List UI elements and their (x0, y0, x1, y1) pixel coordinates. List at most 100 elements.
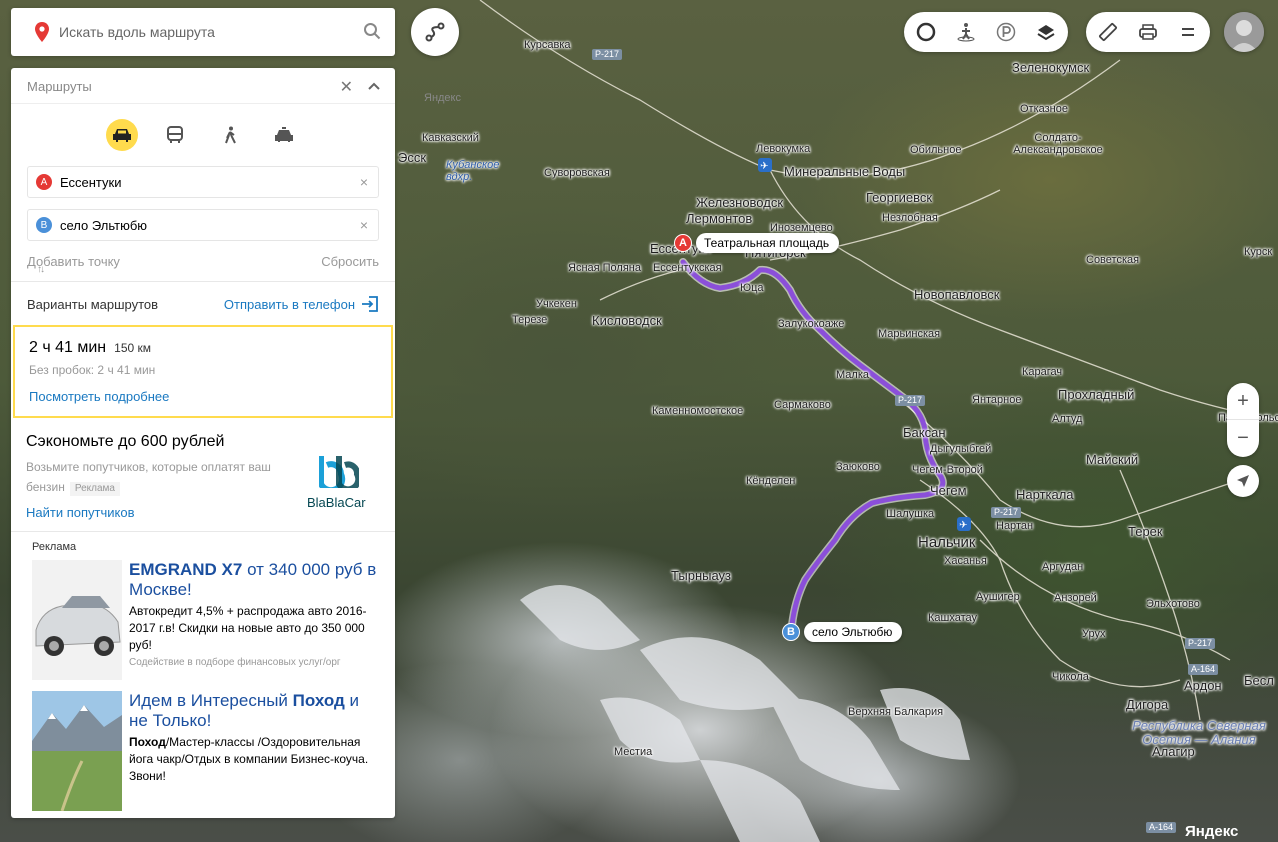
ruler-button[interactable] (1088, 12, 1128, 52)
region-label: Республика Северная Осетия — Алания (1132, 718, 1266, 747)
place-label: Нартан (996, 520, 1034, 532)
svg-text:✈: ✈ (760, 161, 768, 172)
place-label: Дигора (1126, 697, 1169, 712)
find-companions-link[interactable]: Найти попутчиков (26, 505, 134, 520)
place-label: Новопавловск (914, 287, 1000, 302)
traffic-icon (916, 22, 936, 42)
place-label: Урух (1082, 628, 1106, 640)
place-label: Баксан (903, 425, 946, 440)
user-avatar-icon (1224, 12, 1264, 52)
place-label: Терезе (512, 314, 548, 326)
menu-button[interactable] (1168, 12, 1208, 52)
place-label: Малка (836, 369, 869, 381)
place-label: Курск (1244, 246, 1273, 258)
place-label: Лермонтов (686, 211, 753, 226)
route-panel-header: Маршруты ✕ (11, 68, 395, 104)
ad-headline[interactable]: Идем в Интересный Поход и не Только! (129, 691, 379, 731)
place-label: Верхняя Балкария (848, 706, 944, 718)
search-input[interactable]: Искать вдоль маршрута (59, 24, 215, 40)
zoom-in-button[interactable]: + (1227, 383, 1259, 420)
reset-link[interactable]: Сбросить (321, 254, 379, 269)
place-label: Хасанья (944, 555, 987, 567)
waypoint-b-value[interactable]: село Эльтюбю (60, 218, 147, 233)
clear-icon[interactable]: × (360, 217, 368, 233)
place-label: Чикола (1052, 671, 1089, 683)
ad-emgrand[interactable]: EMGRAND X7 от 340 000 руб в Москве! Авто… (32, 560, 377, 680)
print-button[interactable] (1128, 12, 1168, 52)
ad-headline-bold: Поход (292, 691, 345, 710)
place-label: Кавказский (422, 132, 479, 144)
parking-icon (996, 22, 1016, 42)
road-shield: А-164 (1146, 822, 1177, 833)
waypoint-a-value[interactable]: Ессентуки (60, 175, 121, 190)
place-label: Каменномостское (652, 405, 744, 417)
taxi-icon (275, 127, 293, 142)
search-box[interactable]: Искать вдоль маршрута (11, 8, 395, 56)
ad-headline-bold: EMGRAND X7 (129, 560, 243, 579)
place-label: Суворовская (544, 167, 610, 179)
route-variants-label: Варианты маршрутов (27, 296, 159, 312)
place-label: Чегем (930, 483, 967, 498)
place-label: Нарткала (1016, 487, 1074, 502)
chevron-up-icon[interactable] (363, 76, 385, 98)
avatar[interactable] (1224, 12, 1264, 52)
search-icon[interactable] (363, 22, 381, 40)
ad-hike[interactable]: Идем в Интересный Поход и не Только! Пох… (32, 691, 377, 811)
yandex-watermark: Яндекс (1185, 823, 1239, 840)
blablacar-brand: BlaBlaCar (307, 495, 366, 510)
zoom-out-button[interactable]: − (1227, 420, 1259, 457)
car-mode-button[interactable] (106, 119, 138, 151)
svg-text:✈: ✈ (959, 520, 967, 531)
route-details-link[interactable]: Посмотреть подробнее (29, 389, 169, 404)
ad-headline[interactable]: EMGRAND X7 от 340 000 руб в Москве! (129, 560, 379, 600)
place-label: Терек (1128, 524, 1163, 539)
route-toggle-button[interactable] (411, 8, 459, 56)
ad-badge: Реклама (69, 482, 120, 496)
walk-mode-button[interactable] (214, 119, 246, 151)
place-label: Заюково (836, 461, 880, 473)
route-pin-a[interactable]: A Театральная площадь (674, 233, 840, 253)
watermark-label: Яндекс (424, 92, 461, 104)
car-icon (113, 129, 131, 142)
place-label: Кёнделен (746, 475, 796, 487)
promo-text-block: Возьмите попутчиков, которые оплатят ваш… (26, 457, 276, 497)
send-to-phone-icon (362, 296, 378, 312)
bus-mode-button[interactable] (159, 119, 191, 151)
route-time: 2 ч 41 мин (29, 339, 107, 356)
route-pin-b[interactable]: B село Эльтюбю (782, 622, 903, 642)
route-option-card[interactable]: 2 ч 41 мин 150 км Без пробок: 2 ч 41 мин … (13, 325, 393, 418)
road-shield: Р-217 (1185, 638, 1216, 649)
place-label: Бесл (1244, 673, 1274, 688)
place-label: Левокумка (756, 143, 811, 155)
send-to-phone-link[interactable]: Отправить в телефон (224, 295, 379, 313)
place-label: Чегем-Второй (912, 464, 983, 476)
road-shield: Р-217 (991, 507, 1022, 518)
place-label: Зеленокумск (1012, 60, 1090, 75)
place-label: Местиа (614, 746, 653, 758)
promo-text: Возьмите попутчиков, которые оплатят ваш… (26, 460, 271, 494)
place-label: Алтуд (1052, 413, 1083, 425)
traffic-button[interactable] (906, 12, 946, 52)
locate-arrow-icon (1237, 475, 1249, 487)
place-label: Эсск (398, 150, 427, 165)
clear-icon[interactable]: × (360, 174, 368, 190)
ad-text: Автокредит 4,5% + распродажа авто 2016-2… (129, 604, 367, 652)
route-no-traffic: Без пробок: 2 ч 41 мин (29, 363, 156, 377)
close-icon[interactable]: ✕ (340, 77, 353, 97)
waypoint-b-field[interactable]: B село Эльтюбю × (27, 209, 379, 241)
pin-a-label: Театральная площадь (696, 233, 840, 253)
place-label: Железноводск (696, 195, 784, 210)
waypoint-a-field[interactable]: A Ессентуки × (27, 166, 379, 198)
add-point-link[interactable]: Добавить точку (27, 254, 120, 269)
parking-button[interactable] (986, 12, 1026, 52)
panorama-button[interactable] (946, 12, 986, 52)
blablacar-logo[interactable]: BlaBlaCar (307, 454, 373, 510)
print-icon (1139, 24, 1157, 40)
geolocation-button[interactable] (1227, 465, 1259, 497)
waypoint-b-marker: B (36, 217, 52, 233)
layers-button[interactable] (1026, 12, 1066, 52)
taxi-mode-button[interactable] (268, 119, 300, 151)
place-label: Сармаково (774, 399, 831, 411)
road-shield: А-164 (1188, 664, 1219, 675)
zoom-control: + − (1227, 383, 1259, 457)
